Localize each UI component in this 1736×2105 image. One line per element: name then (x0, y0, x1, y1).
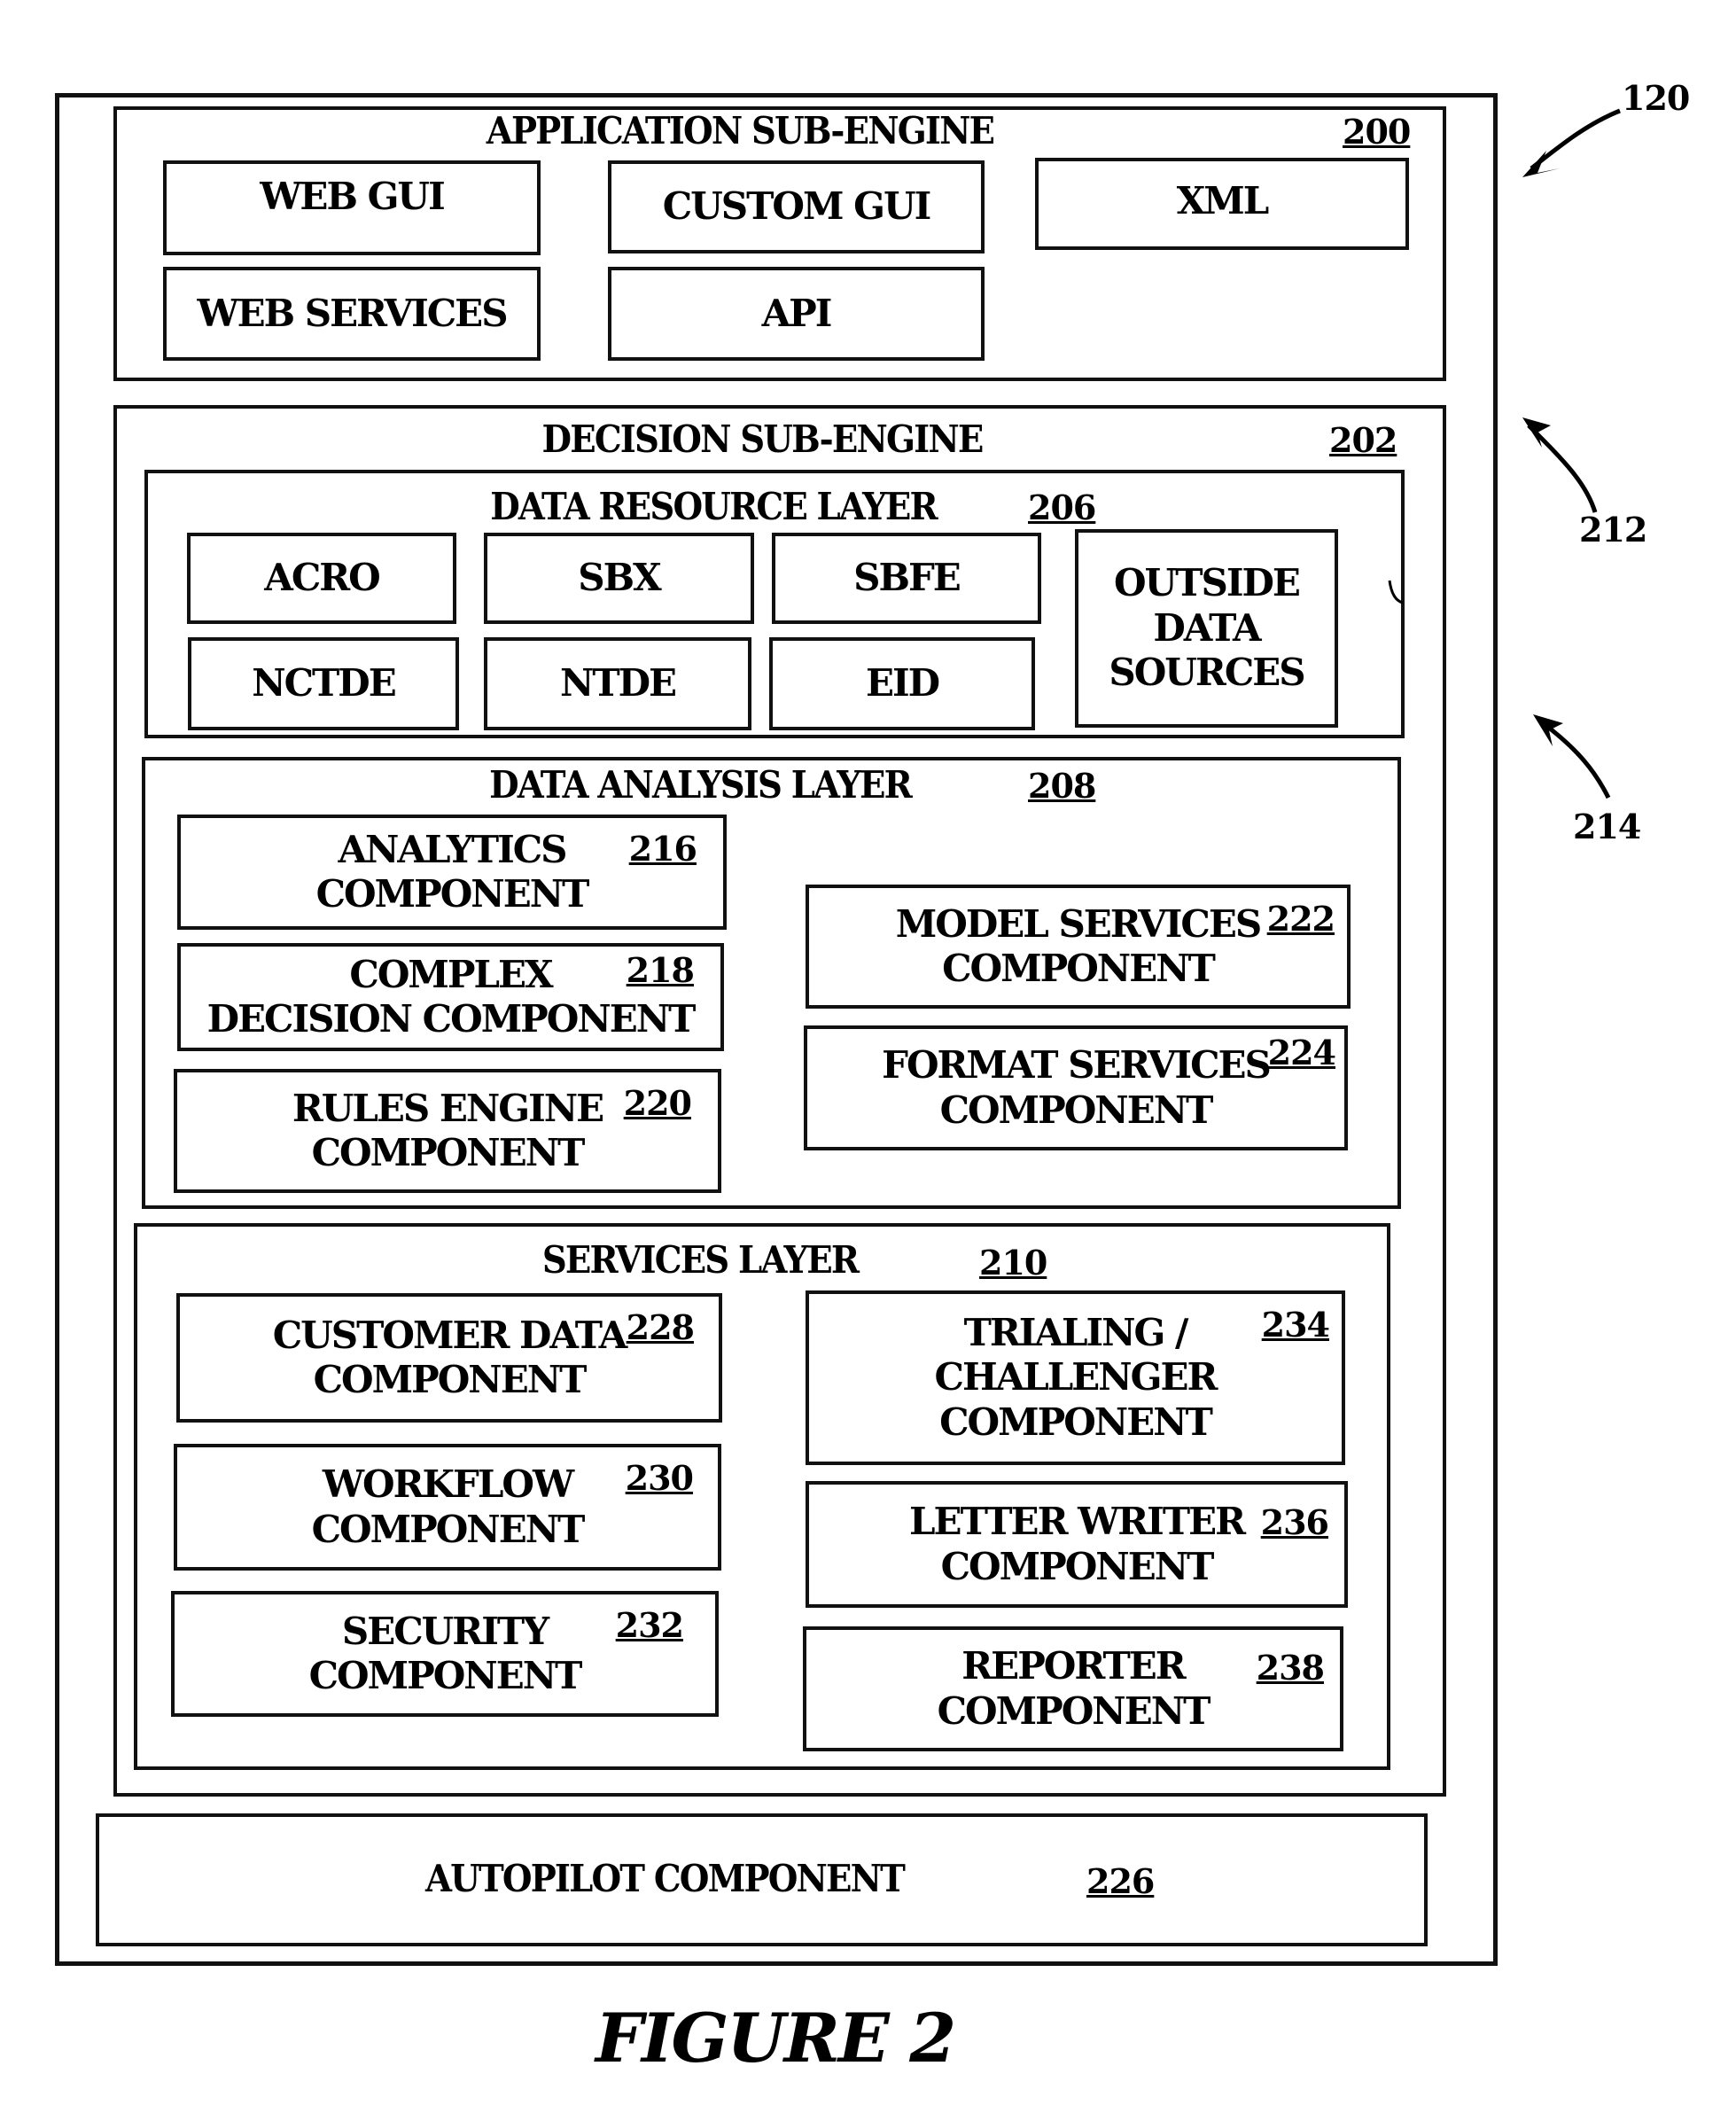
scribble-mark (1388, 580, 1404, 604)
arrowhead-214 (1533, 714, 1563, 746)
arrow-120 (1530, 108, 1621, 170)
callout-214: 214 (1573, 807, 1641, 846)
arrowhead-120 (1522, 151, 1560, 177)
callout-120: 120 (1622, 78, 1690, 118)
arrow-214 (1540, 721, 1611, 799)
callout-212: 212 (1579, 510, 1647, 550)
callout-arrows (1388, 108, 1621, 799)
figure-caption: FIGURE 2 (596, 1999, 956, 2078)
